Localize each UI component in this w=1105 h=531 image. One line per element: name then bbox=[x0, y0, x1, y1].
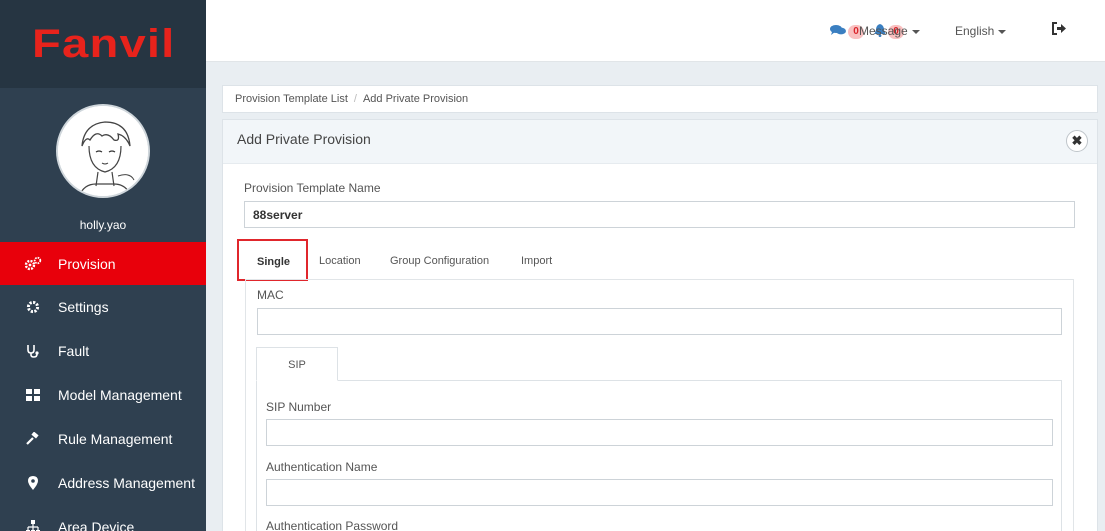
panel-header: Add Private Provision ✖ bbox=[223, 120, 1097, 164]
panel-title: Add Private Provision bbox=[237, 131, 371, 147]
sidebar-item-model-management[interactable]: Model Management bbox=[0, 373, 206, 416]
username: holly.yao bbox=[79, 218, 127, 232]
sip-number-input[interactable] bbox=[266, 419, 1053, 446]
tab-import[interactable]: Import bbox=[521, 255, 552, 267]
message-dropdown[interactable]: Message bbox=[859, 24, 920, 38]
gear-icon bbox=[22, 300, 44, 314]
tab-group-configuration[interactable]: Group Configuration bbox=[390, 255, 489, 267]
sidebar-item-area-device[interactable]: Area Device bbox=[0, 505, 206, 531]
comments-icon bbox=[830, 24, 846, 39]
sidebar-item-address-management[interactable]: Address Management bbox=[0, 461, 206, 504]
sidebar-item-label: Provision bbox=[58, 255, 116, 272]
close-button[interactable]: ✖ bbox=[1066, 130, 1088, 152]
close-icon: ✖ bbox=[1071, 133, 1083, 148]
sip-number-label: SIP Number bbox=[266, 400, 332, 414]
auth-password-label: Authentication Password bbox=[266, 519, 399, 531]
sidebar-item-label: Fault bbox=[58, 342, 90, 359]
sip-tab-content bbox=[256, 380, 1062, 531]
language-dropdown[interactable]: English bbox=[955, 24, 1007, 38]
map-marker-icon bbox=[22, 475, 44, 490]
chevron-down-icon bbox=[998, 29, 1007, 34]
user-profile: holly.yao bbox=[0, 88, 206, 236]
avatar[interactable] bbox=[56, 104, 150, 198]
chevron-down-icon bbox=[911, 29, 920, 34]
auth-name-input[interactable] bbox=[266, 479, 1053, 506]
sidebar-item-settings[interactable]: Settings bbox=[0, 285, 206, 328]
message-label: Message bbox=[859, 24, 908, 38]
sign-out-icon bbox=[1052, 22, 1067, 38]
fanvil-logo[interactable]: Fanvil bbox=[32, 22, 175, 67]
sitemap-icon bbox=[22, 519, 44, 531]
template-name-input[interactable] bbox=[244, 201, 1075, 228]
gavel-icon bbox=[22, 431, 44, 446]
language-label: English bbox=[955, 24, 995, 38]
sidebar-item-label: Rule Management bbox=[58, 430, 173, 447]
sidebar-item-label: Model Management bbox=[58, 386, 182, 403]
gears-icon bbox=[22, 256, 44, 272]
sidebar-item-label: Settings bbox=[58, 298, 109, 315]
template-name-label: Provision Template Name bbox=[244, 181, 381, 195]
logo-area: Fanvil bbox=[0, 0, 206, 88]
tab-location[interactable]: Location bbox=[319, 255, 361, 267]
breadcrumb-current: Add Private Provision bbox=[362, 93, 469, 105]
sidebar-item-label: Area Device bbox=[58, 518, 135, 531]
sidebar-item-rule-management[interactable]: Rule Management bbox=[0, 417, 206, 460]
sidebar-item-label: Address Management bbox=[58, 474, 195, 491]
top-navbar: 0 0 Message English bbox=[206, 0, 1105, 62]
mac-label: MAC bbox=[257, 288, 284, 302]
logout-button[interactable] bbox=[1052, 22, 1067, 38]
breadcrumb-separator: / bbox=[353, 93, 357, 105]
grid-icon bbox=[22, 388, 44, 402]
sidebar: Fanvil holly.yao Provision Settings Faul… bbox=[0, 0, 206, 531]
breadcrumb-link-provision-template-list[interactable]: Provision Template List bbox=[235, 93, 348, 105]
stethoscope-icon bbox=[22, 344, 44, 358]
sidebar-item-fault[interactable]: Fault bbox=[0, 329, 206, 372]
tab-single[interactable]: Single bbox=[257, 256, 290, 268]
tab-sip[interactable]: SIP bbox=[256, 347, 338, 381]
auth-name-label: Authentication Name bbox=[266, 460, 378, 474]
sidebar-item-provision[interactable]: Provision bbox=[0, 242, 206, 285]
mac-input[interactable] bbox=[257, 308, 1062, 335]
breadcrumb: Provision Template List / Add Private Prov… bbox=[222, 85, 1098, 113]
